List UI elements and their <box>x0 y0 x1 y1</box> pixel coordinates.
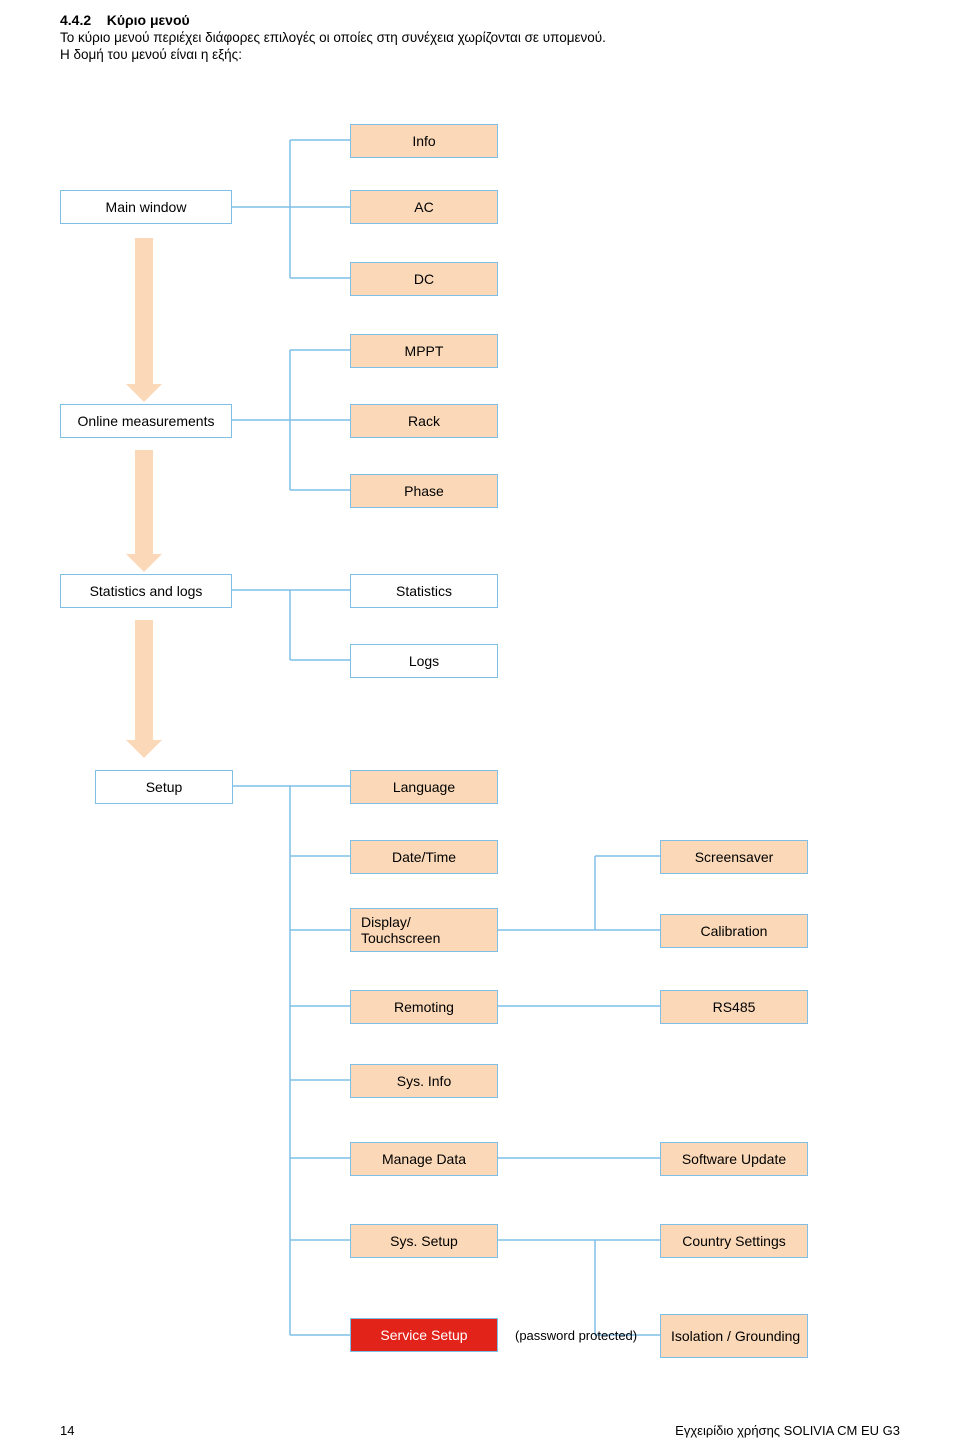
section-heading: 4.4.2 Κύριο μενού <box>60 12 900 28</box>
page: 4.4.2 Κύριο μενού Το κύριο μενού περιέχε… <box>0 0 960 1450</box>
node-label: Date/Time <box>392 849 456 865</box>
flow-arrow-icon <box>135 620 153 740</box>
node-label: Statistics and logs <box>90 583 203 599</box>
node-label: AC <box>414 199 433 215</box>
node-label: Sys. Info <box>397 1073 451 1089</box>
node-label: Phase <box>404 483 444 499</box>
node-software-update: Software Update <box>660 1142 808 1176</box>
node-label: Manage Data <box>382 1151 466 1167</box>
node-display-touchscreen: Display/ Touchscreen <box>350 908 498 952</box>
node-statistics-and-logs: Statistics and logs <box>60 574 232 608</box>
node-logs: Logs <box>350 644 498 678</box>
node-label: Country Settings <box>682 1233 786 1249</box>
node-label: MPPT <box>405 343 444 359</box>
node-date-time: Date/Time <box>350 840 498 874</box>
node-label: Display/ Touchscreen <box>361 914 491 946</box>
footer: 14 Εγχειρίδιο χρήσης SOLIVIA CM EU G3 <box>60 1423 900 1438</box>
node-label: Screensaver <box>695 849 774 865</box>
node-rs485: RS485 <box>660 990 808 1024</box>
node-main-window: Main window <box>60 190 232 224</box>
node-label: Service Setup <box>380 1327 467 1343</box>
node-sys-setup: Sys. Setup <box>350 1224 498 1258</box>
flow-arrow-icon <box>135 238 153 384</box>
node-label: Logs <box>409 653 439 669</box>
doc-title: Εγχειρίδιο χρήσης SOLIVIA CM EU G3 <box>675 1423 900 1438</box>
node-ac: AC <box>350 190 498 224</box>
intro-line-2: Η δομή του μενού είναι η εξής: <box>60 47 900 62</box>
node-dc: DC <box>350 262 498 296</box>
flow-arrow-icon <box>135 450 153 554</box>
node-screensaver: Screensaver <box>660 840 808 874</box>
node-label: Language <box>393 779 455 795</box>
node-country-settings: Country Settings <box>660 1224 808 1258</box>
page-number: 14 <box>60 1423 74 1438</box>
node-phase: Phase <box>350 474 498 508</box>
node-label: DC <box>414 271 434 287</box>
node-online-measurements: Online measurements <box>60 404 232 438</box>
node-sys-info: Sys. Info <box>350 1064 498 1098</box>
node-setup: Setup <box>95 770 233 804</box>
node-label: Statistics <box>396 583 452 599</box>
node-rack: Rack <box>350 404 498 438</box>
node-label: Isolation / Grounding <box>671 1328 800 1344</box>
node-info: Info <box>350 124 498 158</box>
node-language: Language <box>350 770 498 804</box>
node-statistics: Statistics <box>350 574 498 608</box>
node-label: Software Update <box>682 1151 786 1167</box>
node-label: Online measurements <box>78 413 215 429</box>
node-remoting: Remoting <box>350 990 498 1024</box>
section-title: Κύριο μενού <box>107 12 190 28</box>
node-isolation-grounding: Isolation / Grounding <box>660 1314 808 1358</box>
node-label: Info <box>412 133 435 149</box>
header: 4.4.2 Κύριο μενού Το κύριο μενού περιέχε… <box>60 12 900 62</box>
node-label: Rack <box>408 413 440 429</box>
node-manage-data: Manage Data <box>350 1142 498 1176</box>
node-label: Main window <box>106 199 187 215</box>
intro-line-1: Το κύριο μενού περιέχει διάφορες επιλογέ… <box>60 30 900 45</box>
node-calibration: Calibration <box>660 914 808 948</box>
node-label: Setup <box>146 779 183 795</box>
node-label: Calibration <box>701 923 768 939</box>
node-mppt: MPPT <box>350 334 498 368</box>
password-protected-label: (password protected) <box>515 1328 637 1343</box>
section-number: 4.4.2 <box>60 12 91 28</box>
node-label: Remoting <box>394 999 454 1015</box>
node-label: Sys. Setup <box>390 1233 458 1249</box>
node-label: RS485 <box>713 999 756 1015</box>
node-service-setup: Service Setup <box>350 1318 498 1352</box>
